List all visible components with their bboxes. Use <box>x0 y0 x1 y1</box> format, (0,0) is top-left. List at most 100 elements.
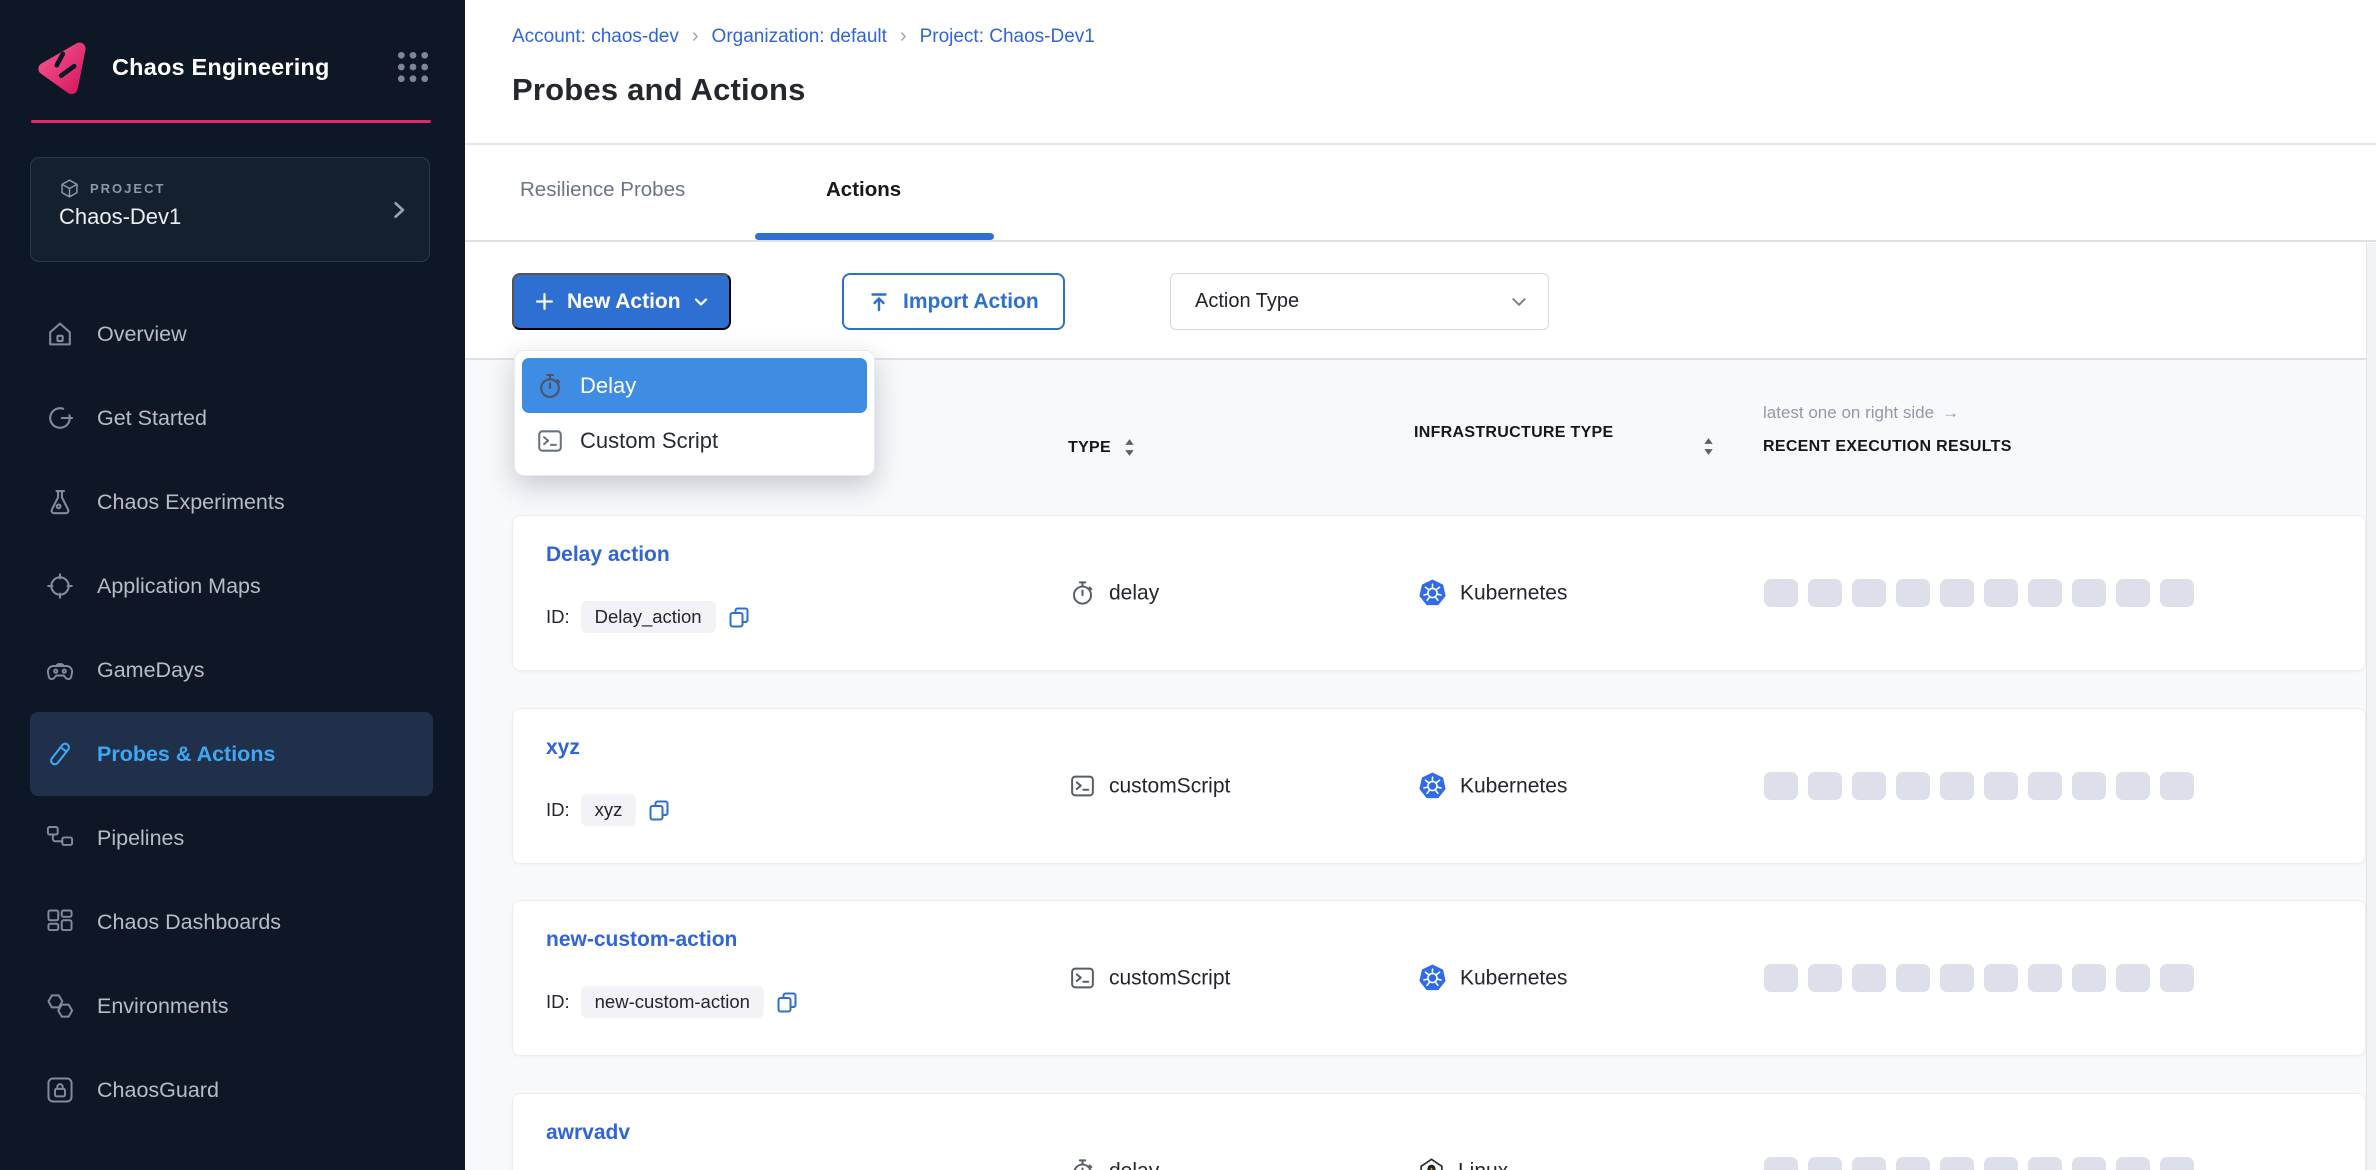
import-action-button[interactable]: Import Action <box>842 273 1065 330</box>
sidebar-item-chaos-dashboards[interactable]: Chaos Dashboards <box>30 880 433 964</box>
sidebar-item-get-started[interactable]: Get Started <box>30 376 433 460</box>
result-slot <box>2160 1157 2194 1170</box>
new-action-dropdown-menu: Delay Custom Script <box>514 350 875 476</box>
result-slot <box>1984 1157 2018 1170</box>
recent-results-hint: latest one on right side → <box>1763 403 1959 423</box>
active-tab-indicator <box>755 233 994 240</box>
result-slot <box>2028 1157 2062 1170</box>
type-cell: customScript <box>1069 773 1230 800</box>
test-tube-icon <box>45 739 75 769</box>
breadcrumb-project[interactable]: Project: Chaos-Dev1 <box>920 26 1095 48</box>
type-cell: customScript <box>1069 965 1230 992</box>
terminal-icon <box>536 427 564 455</box>
tab-actions[interactable]: Actions <box>826 178 901 202</box>
result-slot <box>2116 772 2150 800</box>
result-slot <box>1984 579 2018 607</box>
breadcrumb: Account: chaos-dev › Organization: defau… <box>512 25 1095 48</box>
result-slot <box>2072 1157 2106 1170</box>
cube-icon <box>59 178 80 199</box>
type-cell: delay <box>1069 1158 1159 1170</box>
project-label: PROJECT <box>90 181 165 196</box>
execution-results <box>1764 772 2194 800</box>
action-name-link[interactable]: xyz <box>546 736 580 760</box>
result-slot <box>2028 579 2062 607</box>
column-header-infrastructure-type: INFRASTRUCTURE TYPE <box>1414 421 1646 444</box>
sidebar-item-gamedays[interactable]: GameDays <box>30 628 433 712</box>
result-slot <box>1940 579 1974 607</box>
copy-icon[interactable] <box>727 605 751 629</box>
chaos-engineering-logo-icon <box>34 39 90 95</box>
copy-icon[interactable] <box>647 798 671 822</box>
execution-results <box>1764 964 2194 992</box>
sort-icon[interactable] <box>1702 436 1715 457</box>
result-slot <box>1808 1157 1842 1170</box>
type-cell: delay <box>1069 580 1159 607</box>
sidebar-item-application-maps[interactable]: Application Maps <box>30 544 433 628</box>
copy-icon[interactable] <box>775 990 799 1014</box>
action-name-link[interactable]: awrvadv <box>546 1121 630 1145</box>
infrastructure-cell: Kubernetes <box>1418 964 1567 993</box>
id-label: ID: <box>546 991 570 1013</box>
sidebar-item-overview[interactable]: Overview <box>30 292 433 376</box>
dashboard-icon <box>45 907 75 937</box>
brand: Chaos Engineering <box>34 36 434 98</box>
page-title: Probes and Actions <box>512 72 806 108</box>
sidebar-item-chaosguard[interactable]: ChaosGuard <box>30 1048 433 1132</box>
result-slot <box>1852 1157 1886 1170</box>
column-header-recent-execution-results: RECENT EXECUTION RESULTS <box>1763 438 2012 456</box>
sort-icon[interactable] <box>1123 437 1136 458</box>
result-slot <box>1896 964 1930 992</box>
result-slot <box>1808 772 1842 800</box>
result-slot <box>2072 772 2106 800</box>
arrow-right-icon: → <box>1942 403 1959 423</box>
apps-grid-icon[interactable] <box>392 46 434 88</box>
result-slot <box>1896 579 1930 607</box>
infrastructure-cell: Linux <box>1418 1158 1508 1170</box>
chevron-down-icon <box>693 294 709 310</box>
result-slot <box>1764 964 1798 992</box>
plus-icon <box>534 291 555 312</box>
project-name: Chaos-Dev1 <box>59 204 181 230</box>
result-slot <box>1940 772 1974 800</box>
infrastructure-cell: Kubernetes <box>1418 772 1567 801</box>
result-slot <box>1940 964 1974 992</box>
kubernetes-icon <box>1418 579 1447 608</box>
project-selector[interactable]: PROJECT Chaos-Dev1 <box>30 157 430 262</box>
vertical-scrollbar[interactable] <box>2366 243 2376 1170</box>
breadcrumb-organization[interactable]: Organization: default <box>712 26 887 48</box>
kubernetes-icon <box>1418 964 1447 993</box>
kubernetes-icon <box>1418 772 1447 801</box>
column-header-type: TYPE <box>1068 437 1136 458</box>
action-id: new-custom-action <box>581 986 764 1018</box>
menu-item-custom-script[interactable]: Custom Script <box>522 413 867 468</box>
stopwatch-icon <box>536 372 564 400</box>
infrastructure-cell: Kubernetes <box>1418 579 1567 608</box>
result-slot <box>2028 772 2062 800</box>
import-icon <box>868 291 890 313</box>
pipeline-icon <box>45 823 75 853</box>
action-row: new-custom-action ID: new-custom-action … <box>512 900 2366 1056</box>
sidebar-item-environments[interactable]: Environments <box>30 964 433 1048</box>
sidebar-item-pipelines[interactable]: Pipelines <box>30 796 433 880</box>
action-row: Delay action ID: Delay_action delay <box>512 515 2366 671</box>
result-slot <box>1852 579 1886 607</box>
header-divider <box>465 143 2376 145</box>
sidebar-item-probes-actions[interactable]: Probes & Actions <box>30 712 433 796</box>
action-name-link[interactable]: Delay action <box>546 543 670 567</box>
action-row: xyz ID: xyz customScript <box>512 708 2366 864</box>
menu-item-delay[interactable]: Delay <box>522 358 867 413</box>
gamepad-icon <box>45 655 75 685</box>
action-type-select[interactable]: Action Type <box>1170 273 1549 330</box>
id-label: ID: <box>546 799 570 821</box>
breadcrumb-account[interactable]: Account: chaos-dev <box>512 26 679 48</box>
tab-resilience-probes[interactable]: Resilience Probes <box>520 178 685 202</box>
result-slot <box>2160 772 2194 800</box>
new-action-button[interactable]: New Action <box>512 273 731 330</box>
action-name-link[interactable]: new-custom-action <box>546 928 737 952</box>
result-slot <box>1896 1157 1930 1170</box>
sidebar-item-chaos-experiments[interactable]: Chaos Experiments <box>30 460 433 544</box>
action-row: awrvadv delay Linu <box>512 1093 2366 1170</box>
result-slot <box>2160 579 2194 607</box>
breadcrumb-separator-icon: › <box>900 25 907 48</box>
terminal-icon <box>1069 965 1096 992</box>
